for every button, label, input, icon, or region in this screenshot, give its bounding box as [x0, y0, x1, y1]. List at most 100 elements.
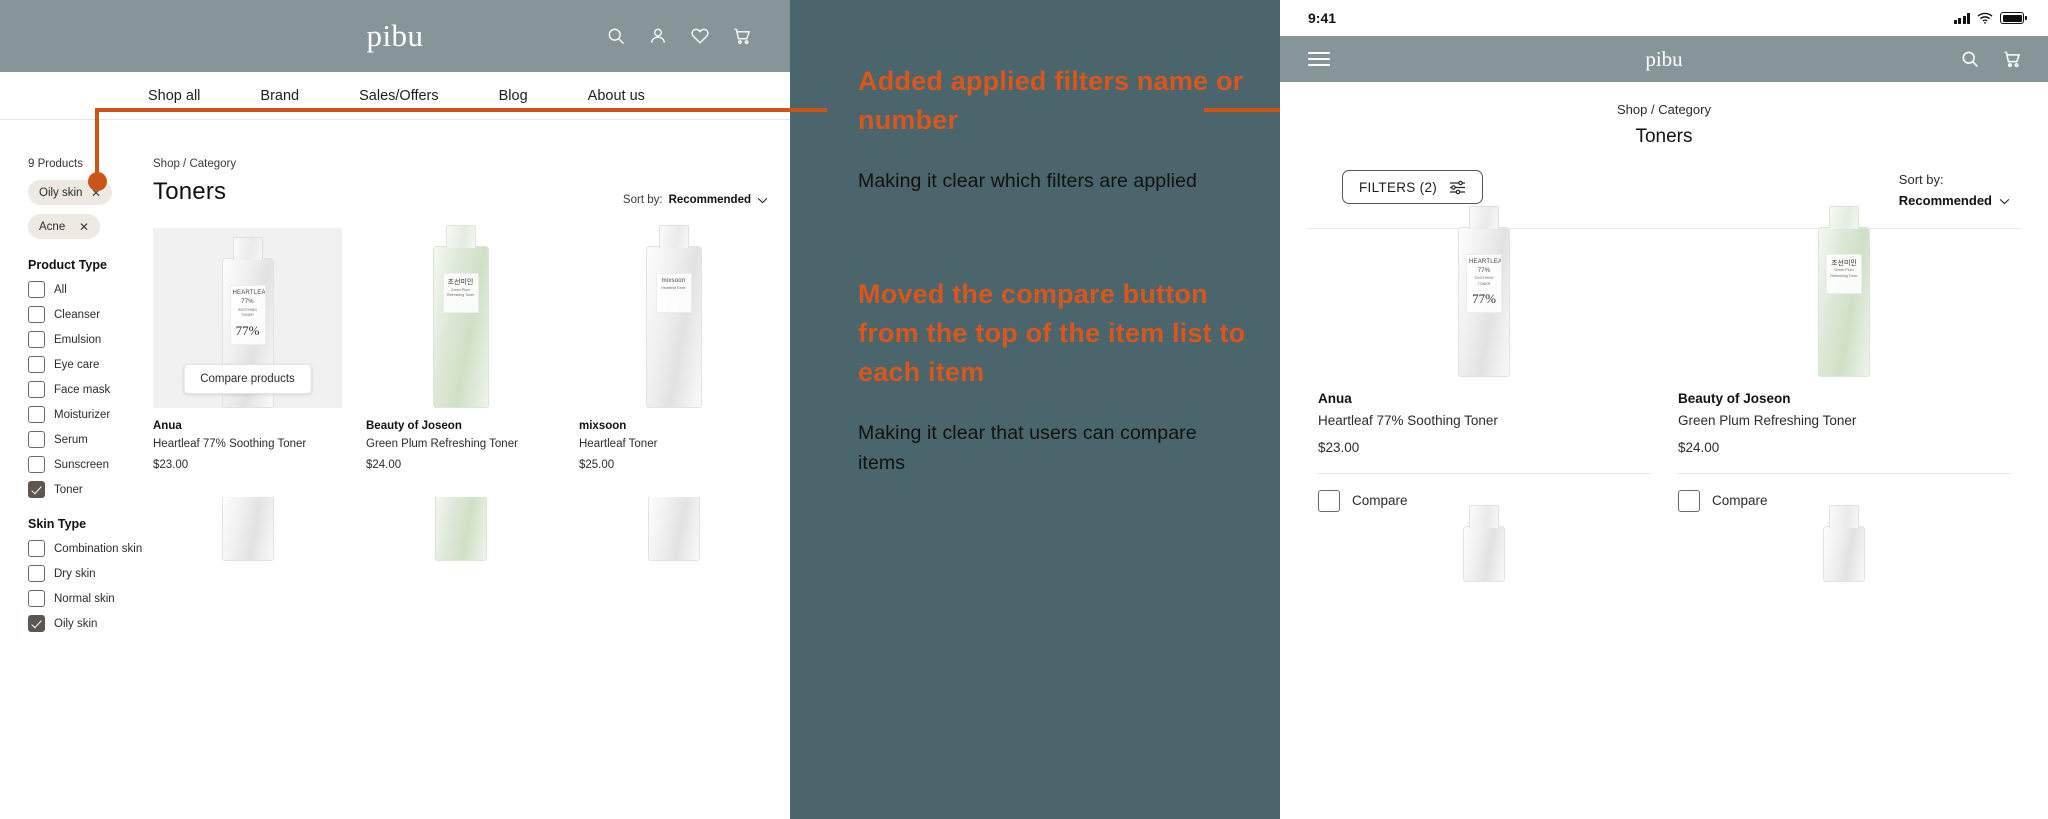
- chip-label: Oily skin: [39, 186, 83, 199]
- checkbox-icon[interactable]: [1318, 489, 1340, 512]
- category-header: Toners Sort by: Recommended: [153, 178, 768, 206]
- filter-option-sunscreen[interactable]: Sunscreen: [28, 456, 150, 473]
- filters-button[interactable]: FILTERS (2): [1342, 170, 1484, 204]
- checkbox-icon[interactable]: [28, 431, 45, 448]
- applied-filter-chip-acne[interactable]: Acne ✕: [28, 214, 100, 239]
- product-card[interactable]: HEARTLEAF 77% SOOTHING TONER 77% Anua He…: [1318, 205, 1650, 518]
- product-thumbnail[interactable]: 조선미인 Green Plum Refreshing Toner: [1678, 205, 2010, 377]
- sort-by-control[interactable]: Sort by: Recommended: [623, 194, 768, 206]
- bottle-cap: [445, 225, 476, 248]
- bottle-sub-text: SOOTHING TONER: [237, 307, 258, 318]
- filter-option-serum[interactable]: Serum: [28, 431, 150, 448]
- cart-icon[interactable]: [2002, 49, 2022, 69]
- checkbox-icon[interactable]: [28, 456, 45, 473]
- compare-label: Compare: [1352, 493, 1408, 509]
- checkbox-checked-icon[interactable]: [28, 615, 45, 632]
- checkbox-icon[interactable]: [28, 540, 45, 557]
- product-thumbnail[interactable]: [1318, 504, 1650, 586]
- bottle-label: 조선미인 Green Plum Refreshing Toner: [1826, 253, 1862, 294]
- product-card[interactable]: mixsoon Heartleaf Toner mixsoon Heartlea…: [579, 225, 768, 471]
- nav-item-blog[interactable]: Blog: [499, 88, 528, 104]
- site-logo[interactable]: pibu: [366, 18, 423, 54]
- mobile-header: pibu: [1280, 36, 2048, 82]
- filter-option-face-mask[interactable]: Face mask: [28, 381, 150, 398]
- main-nav: Shop all Brand Sales/Offers Blog About u…: [0, 72, 790, 120]
- user-icon[interactable]: [648, 26, 668, 46]
- product-thumbnail[interactable]: 조선미인 Green Plum Refreshing Toner: [366, 225, 555, 408]
- product-image: 조선미인 Green Plum Refreshing Toner: [1818, 205, 1870, 377]
- checkbox-icon[interactable]: [28, 306, 45, 323]
- filter-option-emulsion[interactable]: Emulsion: [28, 331, 150, 348]
- bottle-brand-text: 조선미인: [447, 278, 474, 286]
- chevron-down-icon[interactable]: [757, 197, 768, 204]
- product-card[interactable]: [153, 496, 342, 561]
- checkbox-icon[interactable]: [28, 281, 45, 298]
- product-card[interactable]: 조선미인 Green Plum Refreshing Toner Beauty …: [366, 225, 555, 471]
- annotation-block-2: Moved the compare button from the top of…: [858, 275, 1246, 479]
- filter-option-label: Moisturizer: [54, 408, 111, 421]
- nav-item-brand[interactable]: Brand: [260, 88, 299, 104]
- product-card[interactable]: [579, 496, 768, 561]
- mobile-logo[interactable]: pibu: [1645, 47, 1682, 72]
- filter-option-normal-skin[interactable]: Normal skin: [28, 590, 150, 607]
- annotation-body: Making it clear which filters are applie…: [858, 170, 1197, 193]
- filter-option-cleanser[interactable]: Cleanser: [28, 306, 150, 323]
- checkbox-icon[interactable]: [28, 590, 45, 607]
- close-icon[interactable]: ✕: [79, 221, 89, 233]
- checkbox-icon[interactable]: [28, 356, 45, 373]
- bottle-sub-text: Green Plum Refreshing Toner: [1830, 268, 1858, 278]
- product-card[interactable]: HEARTLEAF 77% SOOTHING TONER 77% Compare…: [153, 228, 342, 471]
- filter-option-label: Eye care: [54, 358, 100, 371]
- bottle-big-text: 77%: [1472, 291, 1496, 307]
- filter-option-label: All: [54, 283, 67, 296]
- product-thumbnail[interactable]: mixsoon Heartleaf Toner: [579, 225, 768, 408]
- filter-option-all[interactable]: All: [28, 281, 150, 298]
- bottle-label: 조선미인 Green Plum Refreshing Toner: [442, 273, 479, 313]
- breadcrumb[interactable]: Shop / Category: [153, 158, 768, 170]
- menu-icon[interactable]: [1308, 52, 1330, 66]
- filter-option-label: Dry skin: [54, 567, 96, 580]
- product-card[interactable]: 조선미인 Green Plum Refreshing Toner Beauty …: [1678, 205, 2010, 518]
- nav-item-sales-offers[interactable]: Sales/Offers: [359, 88, 439, 104]
- product-card[interactable]: [1318, 504, 1650, 592]
- bottle-brand-text: HEARTLEAF 77%: [232, 290, 266, 306]
- nav-item-about-us[interactable]: About us: [588, 88, 645, 104]
- filter-option-eye-care[interactable]: Eye care: [28, 356, 150, 373]
- mobile-sort-by-control[interactable]: Sort by: Recommended: [1899, 170, 2010, 212]
- product-thumbnail[interactable]: [579, 496, 768, 561]
- search-icon[interactable]: [1960, 49, 1980, 69]
- mobile-breadcrumb[interactable]: Shop / Category: [1280, 102, 2048, 117]
- product-card[interactable]: [1678, 504, 2010, 592]
- product-brand: Beauty of Joseon: [366, 420, 462, 432]
- filter-option-label: Normal skin: [54, 592, 115, 605]
- product-card[interactable]: [366, 496, 555, 561]
- chevron-down-icon[interactable]: [1999, 198, 2010, 205]
- product-thumbnail[interactable]: HEARTLEAF 77% SOOTHING TONER 77%: [1318, 205, 1650, 377]
- bottle-sub-text: Green Plum Refreshing Toner: [446, 287, 475, 298]
- filter-option-dry-skin[interactable]: Dry skin: [28, 565, 150, 582]
- search-icon[interactable]: [606, 26, 626, 46]
- checkbox-icon[interactable]: [28, 406, 45, 423]
- checkbox-checked-icon[interactable]: [28, 481, 45, 498]
- compare-products-button[interactable]: Compare products: [183, 364, 312, 394]
- product-image: [1823, 504, 1865, 582]
- checkbox-icon[interactable]: [28, 565, 45, 582]
- cart-icon[interactable]: [732, 26, 752, 46]
- checkbox-icon[interactable]: [1678, 489, 1700, 512]
- product-thumbnail[interactable]: [366, 496, 555, 561]
- filter-option-moisturizer[interactable]: Moisturizer: [28, 406, 150, 423]
- filter-option-toner[interactable]: Toner: [28, 481, 150, 498]
- mobile-sort-by-label: Sort by:: [1898, 172, 1944, 187]
- desktop-mockup: pibu Shop all Brand Sales/Offers Blog Ab…: [0, 0, 790, 819]
- nav-item-shop-all[interactable]: Shop all: [148, 88, 200, 104]
- heart-icon[interactable]: [690, 26, 710, 46]
- product-thumbnail[interactable]: [1678, 504, 2010, 586]
- product-thumbnail[interactable]: [153, 496, 342, 561]
- filter-option-oily-skin[interactable]: Oily skin: [28, 615, 150, 632]
- checkbox-icon[interactable]: [28, 331, 45, 348]
- product-brand: mixsoon: [579, 420, 627, 432]
- filter-option-combination-skin[interactable]: Combination skin: [28, 540, 150, 557]
- product-image: [647, 496, 700, 561]
- checkbox-icon[interactable]: [28, 381, 45, 398]
- product-thumbnail[interactable]: HEARTLEAF 77% SOOTHING TONER 77% Compare…: [153, 228, 342, 408]
